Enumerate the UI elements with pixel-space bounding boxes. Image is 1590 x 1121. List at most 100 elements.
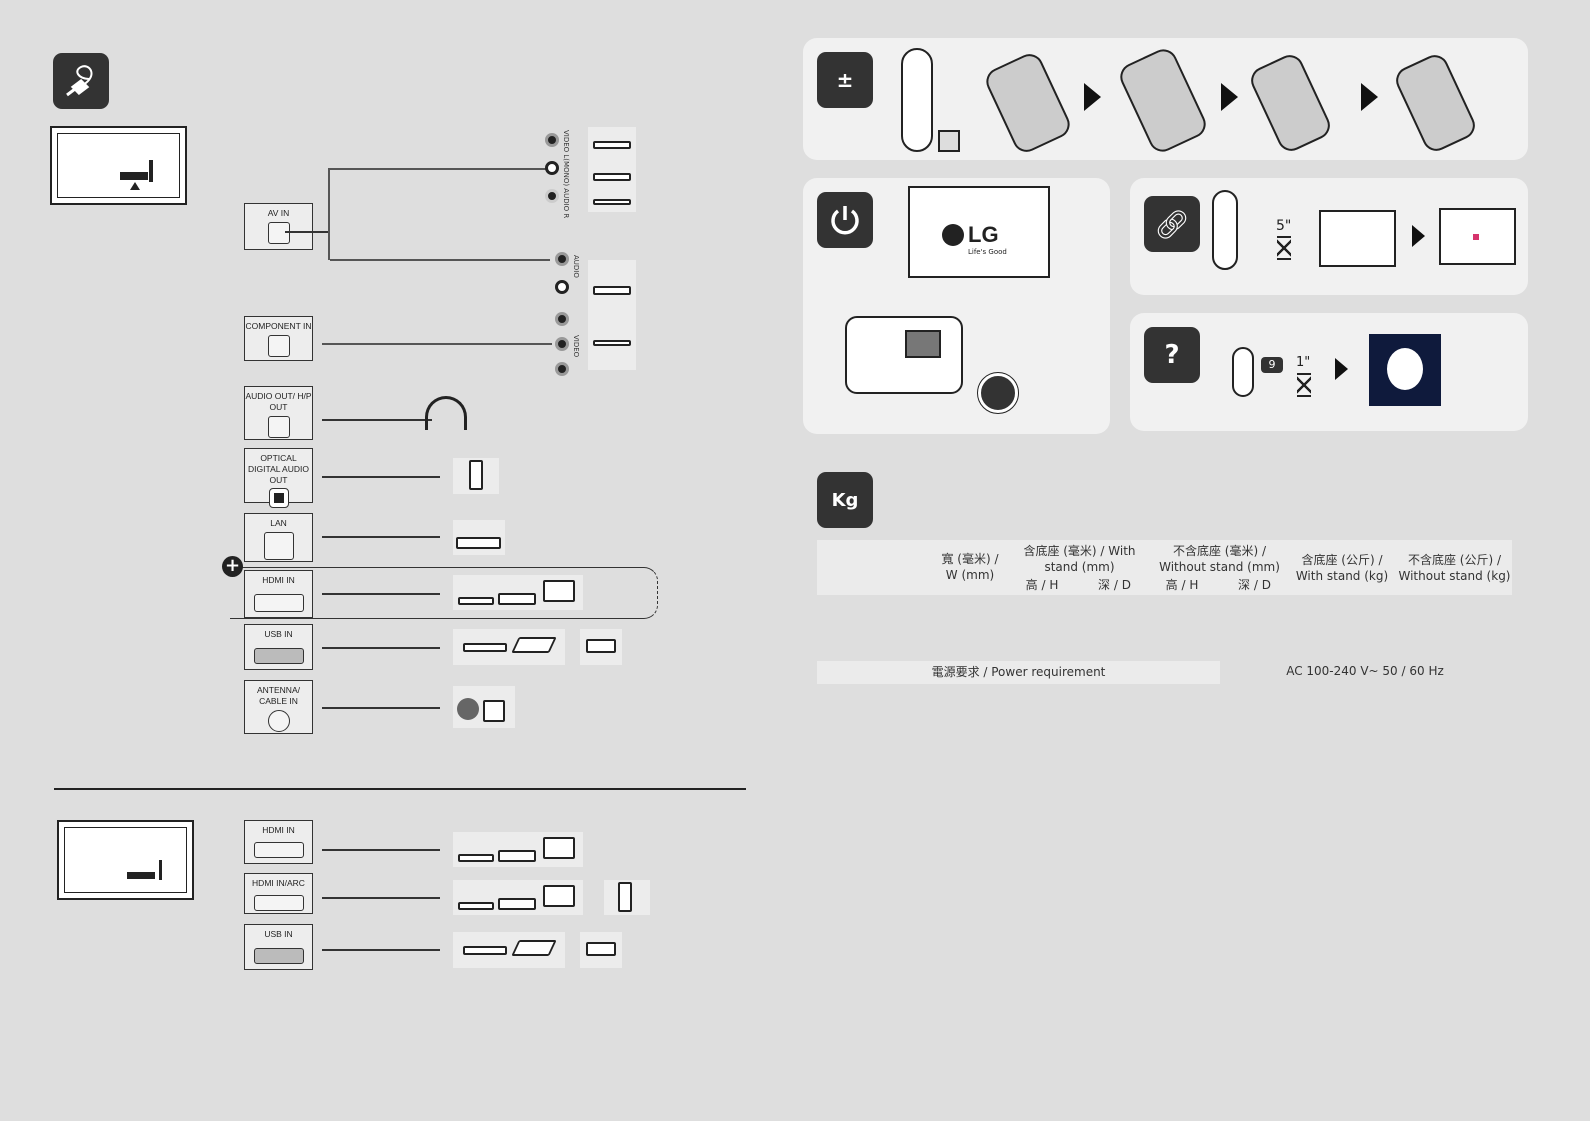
remote-icon: [901, 48, 933, 152]
power-icon: [817, 192, 873, 248]
av-video-cable: [330, 168, 550, 170]
arrow-right-icon: [1335, 358, 1348, 380]
header-width: 寬 (毫米) / W (mm): [941, 552, 999, 582]
link-icon: 🔗︎: [1144, 196, 1200, 252]
av-split-line: [328, 168, 330, 260]
rca-jack: [545, 161, 559, 175]
rca-jack: [555, 280, 569, 294]
hold-time-1s: 1": [1296, 355, 1311, 370]
lg-slogan: Life's Good: [968, 248, 1007, 256]
arrow-right-icon: [1084, 83, 1101, 111]
remote-back-step2: [1115, 44, 1211, 157]
tv-rear-view: [57, 820, 194, 900]
rca-jack: [545, 189, 559, 203]
port-audio-out: AUDIO OUT/ H/P OUT: [244, 386, 313, 440]
port-lan: LAN: [244, 513, 313, 562]
header-height: 高 / H: [1025, 578, 1059, 592]
battery-panel: ±: [803, 38, 1528, 160]
port-label: HDMI IN: [262, 825, 295, 835]
power-requirement-value: AC 100-240 V~ 50 / 60 Hz: [1286, 664, 1444, 678]
tv-off-icon: [1319, 210, 1396, 267]
header-without-stand-mm: 不含底座 (毫米) / Without stand (mm): [1159, 544, 1280, 574]
tv-screen: LG Life's Good: [908, 186, 1050, 278]
remote-power-button: [977, 372, 1019, 414]
arrow-right-icon: [1412, 225, 1425, 247]
batteries-icon: [938, 130, 960, 152]
key-9-badge: 9: [1261, 357, 1283, 373]
port-label: HDMI IN/ARC: [252, 878, 305, 888]
header-depth: 深 / D: [1238, 578, 1271, 592]
port-hdmi-in-rear: HDMI IN: [244, 820, 313, 864]
headphone-cable: [322, 419, 432, 421]
remote-icon: [1232, 347, 1254, 397]
hdmi-arc-cable: [322, 897, 440, 899]
port-label: AUDIO OUT/ H/P OUT: [245, 391, 312, 412]
port-usb-in: USB IN: [244, 624, 313, 670]
port-label: USB IN: [264, 929, 293, 939]
jack-label-video: VIDEO: [572, 335, 580, 358]
remote-back-step1: [981, 49, 1075, 157]
hdmi-arc-devices: [453, 880, 583, 915]
av-devices: [588, 127, 636, 212]
header-depth: 深 / D: [1098, 578, 1131, 592]
usb-storage-devices: [453, 629, 565, 665]
rca-jack: [555, 362, 569, 376]
port-label: OPTICAL DIGITAL AUDIO OUT: [248, 453, 309, 485]
port-label: LAN: [270, 518, 287, 528]
remote-back-step4: [1391, 50, 1480, 156]
weight-kg-icon: Kg: [817, 472, 873, 528]
hdmi-cable: [322, 849, 440, 851]
component-cable: [322, 343, 552, 345]
arrow-right-icon: [1361, 83, 1378, 111]
lg-logo: LG: [968, 222, 999, 247]
rca-jack: [555, 252, 569, 266]
power-requirement-label: 電源要求 / Power requirement: [817, 661, 1220, 684]
port-antenna-in: ANTENNA/ CABLE IN: [244, 680, 313, 734]
power-button-closeup: [845, 316, 963, 394]
port-av-in: AV IN: [244, 203, 313, 250]
rca-jack: [555, 337, 569, 351]
port-optical-out: OPTICAL DIGITAL AUDIO OUT: [244, 448, 313, 508]
hdmi-highlight: [230, 567, 658, 619]
jack-label-audio: AUDIO: [572, 255, 580, 278]
component-devices: [588, 260, 636, 370]
header-without-stand-kg: 不含底座 (公斤) / Without stand (kg): [1398, 553, 1511, 583]
hdmi-cable: [322, 593, 440, 595]
header-with-stand-mm: 含底座 (毫米) / With stand (mm): [1023, 544, 1136, 574]
support-agent-icon: [1369, 334, 1441, 406]
router-icon: [453, 520, 505, 555]
arrow-right-icon: [1221, 83, 1238, 111]
battery-plus-minus-icon: ±: [817, 52, 873, 108]
antenna-cable: [322, 707, 440, 709]
remote-back-step3: [1246, 50, 1335, 156]
power-panel: LG Life's Good: [803, 178, 1110, 434]
tv-side-view: [50, 126, 187, 205]
port-label: ANTENNA/ CABLE IN: [257, 685, 300, 706]
section-divider: [54, 788, 746, 790]
port-label: AV IN: [267, 208, 290, 218]
av-audio-cable: [330, 259, 550, 261]
header-with-stand-kg: 含底座 (公斤) / With stand (kg): [1295, 553, 1389, 583]
pairing-panel: 🔗︎ 5": [1130, 178, 1528, 295]
hourglass-icon: [1277, 236, 1291, 260]
port-component-in: COMPONENT IN: [244, 316, 313, 361]
usb-stick-icon: [580, 932, 622, 968]
antenna-wall-icon: [453, 686, 515, 728]
port-label: USB IN: [264, 629, 293, 639]
tv-on-icon: [1439, 208, 1516, 265]
av-cable: [285, 231, 330, 233]
hourglass-icon: [1297, 373, 1311, 397]
optical-cable: [322, 476, 440, 478]
usb-cable: [322, 949, 440, 951]
port-label: COMPONENT IN: [245, 321, 312, 331]
port-hdmi-arc: HDMI IN/ARC: [244, 873, 313, 914]
hold-time-5s: 5": [1276, 218, 1292, 234]
usb-cable: [322, 647, 440, 649]
header-height: 高 / H: [1165, 578, 1199, 592]
jack-label-av: VIDEO L(MONO) AUDIO R: [562, 130, 570, 219]
soundbar-speaker-icon: [604, 880, 650, 915]
help-panel: ? 9 1": [1130, 313, 1528, 431]
question-chat-icon: ?: [1144, 327, 1200, 383]
spec-table-header: 寬 (毫米) / W (mm) 含底座 (毫米) / With stand (m…: [817, 540, 1512, 595]
plus-circle-icon: +: [222, 556, 243, 577]
